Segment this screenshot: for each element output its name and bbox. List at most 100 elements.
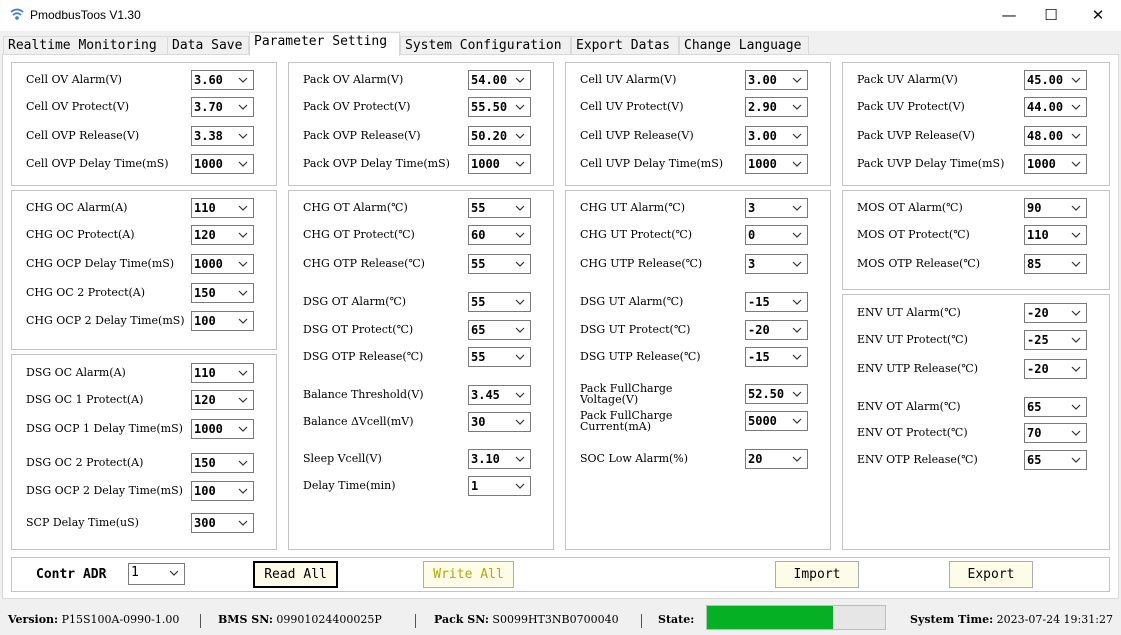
export-button[interactable]: Export: [949, 561, 1033, 588]
cell-ovp-release-v-select[interactable]: 3.38: [191, 126, 254, 146]
sleep-vcell-v-select[interactable]: 3.10: [468, 449, 531, 469]
cell-uv-protect-v-select[interactable]: 2.90: [745, 97, 808, 117]
delay-time-min-select[interactable]: 1: [468, 476, 531, 496]
read-all-button[interactable]: Read All: [253, 561, 338, 588]
chevron-down-icon: [792, 327, 802, 333]
tab-data-save[interactable]: Data Save: [167, 36, 249, 56]
chg-oc-protect-a-label: CHG OC Protect(A): [26, 228, 135, 241]
dsg-ocp-2-delay-time-ms-select[interactable]: 100: [191, 481, 254, 501]
dsg-ot-alarm-select[interactable]: 55: [468, 292, 531, 312]
selected-value: 70: [1027, 426, 1042, 440]
chg-utp-release-select[interactable]: 3: [745, 254, 808, 274]
dsg-oc-2-protect-a-select[interactable]: 150: [191, 453, 254, 473]
tab-export-datas[interactable]: Export Datas: [571, 36, 679, 56]
dsg-ocp-1-delay-time-ms-label: DSG OCP 1 Delay Time(mS): [26, 422, 183, 435]
dsg-oc-alarm-a-select[interactable]: 110: [191, 363, 254, 383]
cell-uv-alarm-v-select[interactable]: 3.00: [745, 70, 808, 90]
env-otp-release-select[interactable]: 65: [1024, 450, 1087, 470]
pack-fullcharge-current-ma-select[interactable]: 5000: [745, 411, 808, 431]
pack-ovp-release-v-select[interactable]: 50.20: [468, 126, 531, 146]
dsg-oc-1-protect-a-select[interactable]: 120: [191, 390, 254, 410]
balance-vcell-mv-select[interactable]: 30: [468, 412, 531, 432]
cell-ov-protect-v-label: Cell OV Protect(V): [26, 100, 130, 113]
cell-ovp-delay-time-ms-label: Cell OVP Delay Time(mS): [26, 157, 169, 170]
selected-value: 3.45: [471, 388, 500, 402]
selected-value: 55.50: [471, 100, 508, 114]
chevron-down-icon: [515, 261, 525, 267]
minimize-button[interactable]: —: [986, 0, 1032, 31]
cell-ovp-delay-time-ms-select[interactable]: 1000: [191, 154, 254, 174]
dsg-ot-protect-select[interactable]: 65: [468, 320, 531, 340]
chg-oc-protect-a-select[interactable]: 120: [191, 225, 254, 245]
tab-realtime-monitoring[interactable]: Realtime Monitoring: [3, 36, 168, 56]
selected-value: 0: [748, 228, 756, 242]
cell-ov-protect-v-select[interactable]: 3.70: [191, 97, 254, 117]
dsg-ot-protect-label: DSG OT Protect(℃): [303, 323, 414, 336]
import-button[interactable]: Import: [775, 561, 859, 588]
pack-uv-alarm-v-select[interactable]: 45.00: [1024, 70, 1087, 90]
chevron-down-icon: [515, 456, 525, 462]
tab-change-language[interactable]: Change Language: [679, 36, 809, 56]
dsg-utp-release-label: DSG UTP Release(℃): [580, 350, 701, 363]
tab-parameter-setting[interactable]: Parameter Setting: [249, 32, 400, 56]
soc-low-alarm-select[interactable]: 20: [745, 449, 808, 469]
pack-ovp-delay-time-ms-select[interactable]: 1000: [468, 154, 531, 174]
pack-uvp-delay-time-ms-select[interactable]: 1000: [1024, 154, 1087, 174]
chg-ot-alarm-select[interactable]: 55: [468, 198, 531, 218]
env-utp-release-select[interactable]: -20: [1024, 359, 1087, 379]
env-ut-protect-select[interactable]: -25: [1024, 330, 1087, 350]
pack-uvp-release-v-select[interactable]: 48.00: [1024, 126, 1087, 146]
mos-otp-release-label: MOS OTP Release(℃): [857, 257, 980, 270]
env-ut-alarm-select[interactable]: -20: [1024, 303, 1087, 323]
pack-uv-alarm-v-label: Pack UV Alarm(V): [857, 73, 958, 86]
chg-ot-alarm-label: CHG OT Alarm(℃): [303, 201, 408, 214]
balance-threshold-v-select[interactable]: 3.45: [468, 385, 531, 405]
env-ot-protect-select[interactable]: 70: [1024, 423, 1087, 443]
mos-otp-release-select[interactable]: 85: [1024, 254, 1087, 274]
dsg-ut-alarm-select[interactable]: -15: [745, 292, 808, 312]
chg-ocp-2-delay-time-ms-label: CHG OCP 2 Delay Time(mS): [26, 314, 185, 327]
dsg-otp-release-select[interactable]: 55: [468, 347, 531, 367]
selected-value: 3: [748, 257, 756, 271]
scp-delay-time-us-select[interactable]: 300: [191, 513, 254, 533]
dsg-ut-protect-select[interactable]: -20: [745, 320, 808, 340]
chevron-down-icon: [515, 392, 525, 398]
chg-ocp-2-delay-time-ms-select[interactable]: 100: [191, 311, 254, 331]
selected-value: 150: [194, 286, 216, 300]
chg-otp-release-select[interactable]: 55: [468, 254, 531, 274]
chg-ot-protect-select[interactable]: 60: [468, 225, 531, 245]
cell-uvp-delay-time-ms-select[interactable]: 1000: [745, 154, 808, 174]
chg-ut-alarm-select[interactable]: 3: [745, 198, 808, 218]
chevron-down-icon: [1071, 366, 1081, 372]
close-button[interactable]: ✕: [1075, 0, 1121, 31]
pack-ov-alarm-v-select[interactable]: 54.00: [468, 70, 531, 90]
chevron-down-icon: [1071, 261, 1081, 267]
pack-ov-protect-v-select[interactable]: 55.50: [468, 97, 531, 117]
cell-uv-alarm-v-label: Cell UV Alarm(V): [580, 73, 677, 86]
chg-ocp-delay-time-ms-select[interactable]: 1000: [191, 254, 254, 274]
chevron-down-icon: [515, 483, 525, 489]
cell-ov-alarm-v-select[interactable]: 3.60: [191, 70, 254, 90]
selected-value: -20: [1027, 306, 1049, 320]
selected-value: 110: [194, 366, 216, 380]
selected-value: 3.00: [748, 129, 777, 143]
chevron-down-icon: [792, 161, 802, 167]
chg-oc-alarm-a-select[interactable]: 110: [191, 198, 254, 218]
selected-value: 30: [471, 415, 486, 429]
env-ot-alarm-select[interactable]: 65: [1024, 397, 1087, 417]
dsg-ocp-1-delay-time-ms-select[interactable]: 1000: [191, 419, 254, 439]
mos-ot-alarm-select[interactable]: 90: [1024, 198, 1087, 218]
chg-ut-protect-select[interactable]: 0: [745, 225, 808, 245]
selected-value: 3.70: [194, 100, 223, 114]
tab-system-configuration[interactable]: System Configuration: [400, 36, 571, 56]
chevron-down-icon: [1071, 232, 1081, 238]
mos-ot-protect-select[interactable]: 110: [1024, 225, 1087, 245]
maximize-button[interactable]: ☐: [1028, 0, 1074, 31]
cell-uvp-release-v-select[interactable]: 3.00: [745, 126, 808, 146]
write-all-button[interactable]: Write All: [423, 561, 514, 588]
contr-adr-select[interactable]: 1: [128, 563, 185, 585]
dsg-utp-release-select[interactable]: -15: [745, 347, 808, 367]
chg-oc-2-protect-a-select[interactable]: 150: [191, 283, 254, 303]
pack-uv-protect-v-select[interactable]: 44.00: [1024, 97, 1087, 117]
pack-fullcharge-voltage-v-select[interactable]: 52.50: [745, 384, 808, 404]
